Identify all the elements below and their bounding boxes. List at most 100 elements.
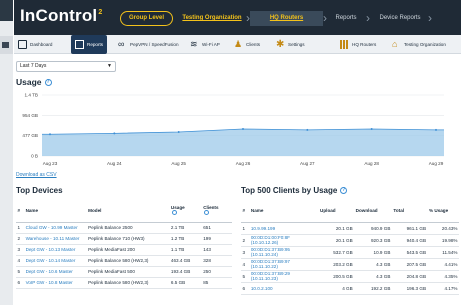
- data-point[interactable]: [435, 128, 437, 131]
- device-clients: 85: [201, 277, 232, 289]
- client-name-link[interactable]: 00:0D:D1:00:F0:8F (10.10.12.26): [249, 234, 319, 247]
- table-row[interactable]: 6 VoIP GW - 10.8 Master Peplink Balance 58…: [16, 277, 232, 289]
- info-icon: [171, 210, 177, 216]
- chevron-down-icon: ▼: [107, 63, 112, 69]
- client-usage-percent: 4.17%: [427, 282, 459, 295]
- table-row[interactable]: 4 Dept GW - 10.14 Master Peplink Balance 5…: [16, 255, 232, 267]
- column-header[interactable]: Name: [24, 200, 87, 223]
- column-header[interactable]: Download: [354, 200, 392, 223]
- wifi-icon: ≋: [190, 39, 198, 49]
- nav-pepvpn[interactable]: ∞ PepVPN / SpeedFusion: [118, 35, 179, 54]
- device-usage: 463.4 GB: [169, 255, 202, 267]
- table-row[interactable]: 3 00:0D:D1:37:B9:95 (10.11.10.24) 532.7 GB…: [241, 246, 459, 259]
- table-row[interactable]: 1 10.9.99.199 20.1 GB 940.9 GB 961.1 GB 20.43…: [241, 222, 459, 235]
- nav-wifi-ap[interactable]: ≋ Wi-Fi AP: [190, 35, 220, 54]
- table-row[interactable]: 4 00:0D:D1:37:B9:97 (10.11.10.22) 203.2 GB…: [241, 258, 459, 271]
- breadcrumb-hq-routers[interactable]: HQ Routers: [250, 11, 323, 26]
- client-upload: 203.2 GB: [318, 258, 355, 271]
- table-row[interactable]: 5 00:0D:D1:37:B9:29 (10.11.10.23) 200.5 GB…: [241, 270, 459, 283]
- y-tick-label: 477 GB: [22, 133, 38, 138]
- column-header[interactable]: Usage: [169, 200, 202, 223]
- client-download: 4.3 GB: [354, 270, 392, 283]
- nav-label: Wi-Fi AP: [202, 42, 220, 47]
- data-point[interactable]: [306, 128, 309, 131]
- device-usage: 1.1 TB: [169, 244, 202, 256]
- column-header[interactable]: Name: [249, 200, 319, 223]
- device-name-link[interactable]: Dept GW - 10.13 Master: [24, 244, 87, 256]
- period-select[interactable]: Last 7 Days ▼: [16, 61, 116, 72]
- device-clients: 250: [201, 266, 232, 278]
- client-upload: 20.1 GB: [318, 222, 355, 235]
- breadcrumb-device-reports[interactable]: Device Reports: [370, 11, 430, 26]
- column-header[interactable]: Model: [86, 200, 170, 223]
- nav-dashboard[interactable]: Dashboard: [18, 35, 52, 54]
- top-devices-table: # Name Model Usage Clients 1 Cloud GW - 1…: [16, 200, 232, 289]
- column-header[interactable]: % Usage: [427, 200, 459, 223]
- table-row[interactable]: 1 Cloud GW - 10.99 Master Peplink Balance …: [16, 222, 232, 234]
- device-name-link[interactable]: Dept GW - 10.14 Master: [24, 255, 87, 267]
- breadcrumb-organization[interactable]: Testing Organization: [177, 11, 247, 26]
- x-tick-label: Aug 27: [300, 161, 315, 166]
- client-name-link[interactable]: 10.9.99.199: [249, 222, 319, 235]
- column-header[interactable]: Total: [391, 200, 428, 223]
- client-name-link[interactable]: 00:0D:D1:37:B9:97 (10.11.10.22): [249, 258, 319, 271]
- x-tick-label: Aug 23: [43, 161, 58, 166]
- nav-label: PepVPN / SpeedFusion: [130, 42, 179, 47]
- row-index: 4: [241, 258, 250, 271]
- client-total: 543.5 GB: [391, 246, 428, 259]
- nav-clients[interactable]: ♟ Clients: [234, 35, 260, 54]
- main-nav: Dashboard Reports ∞ PepVPN / SpeedFusion…: [14, 35, 461, 54]
- client-upload: 4 GB: [318, 282, 355, 295]
- device-usage: 193.4 GB: [169, 266, 202, 278]
- device-name-link[interactable]: Warehouse - 10.11 Master: [24, 233, 87, 245]
- nav-label: Settings: [288, 42, 305, 47]
- left-topbar-fragment: [0, 0, 13, 21]
- data-point[interactable]: [177, 131, 180, 134]
- table-row[interactable]: 2 Warehouse - 10.11 Master Peplink Balance…: [16, 233, 232, 245]
- help-icon[interactable]: ?: [44, 79, 52, 87]
- nav-reports[interactable]: Reports: [71, 35, 108, 54]
- column-header[interactable]: Clients: [201, 200, 232, 223]
- data-point[interactable]: [242, 127, 244, 130]
- device-name-link[interactable]: VoIP GW - 10.8 Master: [24, 277, 87, 289]
- column-header[interactable]: Upload: [318, 200, 355, 223]
- top-clients-table: # Name Upload Download Total % Usage 1 10…: [241, 200, 459, 295]
- data-point[interactable]: [49, 133, 51, 136]
- top-bar: InControl2 Group Level Testing Organizat…: [14, 0, 461, 35]
- client-usage-percent: 4.41%: [427, 258, 459, 271]
- table-row[interactable]: 5 Dept GW - 10.6 Master Peplink MediaFast …: [16, 266, 232, 278]
- device-name-link[interactable]: Cloud GW - 10.99 Master: [24, 222, 87, 234]
- table-row[interactable]: 3 Dept GW - 10.13 Master Peplink MediaFast…: [16, 244, 232, 256]
- nav-testing-organization[interactable]: ⌂ Testing Organization: [392, 35, 446, 54]
- device-clients: 143: [201, 244, 232, 256]
- help-icon[interactable]: ?: [340, 187, 348, 195]
- row-index: 5: [241, 270, 250, 283]
- reports-icon: [75, 40, 84, 49]
- column-header: #: [241, 200, 250, 223]
- breadcrumb-reports[interactable]: Reports: [325, 11, 367, 26]
- table-row[interactable]: 6 10.0.2.100 4 GB 192.2 GB 196.3 GB 4.17%: [241, 282, 459, 295]
- device-model: Peplink Balance 2500: [86, 222, 170, 234]
- device-model: Peplink Balance 580 (HW2,3): [86, 277, 170, 289]
- device-model: Peplink MediaFast 500: [86, 266, 170, 278]
- table-row[interactable]: 2 00:0D:D1:00:F0:8F (10.10.12.26) 20.1 GB 9…: [241, 234, 459, 247]
- x-tick-label: Aug 24: [107, 161, 122, 166]
- top-devices-heading: Top Devices: [16, 186, 63, 195]
- device-name-link[interactable]: Dept GW - 10.6 Master: [24, 266, 87, 278]
- client-total: 940.4 GB: [391, 234, 428, 247]
- client-name-link[interactable]: 00:0D:D1:37:B9:29 (10.11.10.23): [249, 270, 319, 283]
- client-download: 920.3 GB: [354, 234, 392, 247]
- row-index: 2: [16, 233, 25, 245]
- data-point[interactable]: [113, 132, 116, 135]
- nav-settings[interactable]: ✱ Settings: [276, 35, 305, 54]
- client-name-link[interactable]: 00:0D:D1:37:B9:95 (10.11.10.24): [249, 246, 319, 259]
- data-point[interactable]: [370, 127, 373, 130]
- row-index: 6: [241, 282, 250, 295]
- client-total: 961.1 GB: [391, 222, 428, 235]
- download-csv-link[interactable]: Download as CSV: [16, 172, 57, 178]
- app-logo[interactable]: InControl2: [20, 6, 102, 26]
- nav-label: Clients: [246, 42, 261, 47]
- client-name-link[interactable]: 10.0.2.100: [249, 282, 319, 295]
- breadcrumb-group-level[interactable]: Group Level: [120, 11, 173, 26]
- nav-hq-routers[interactable]: HQ Routers: [340, 35, 376, 54]
